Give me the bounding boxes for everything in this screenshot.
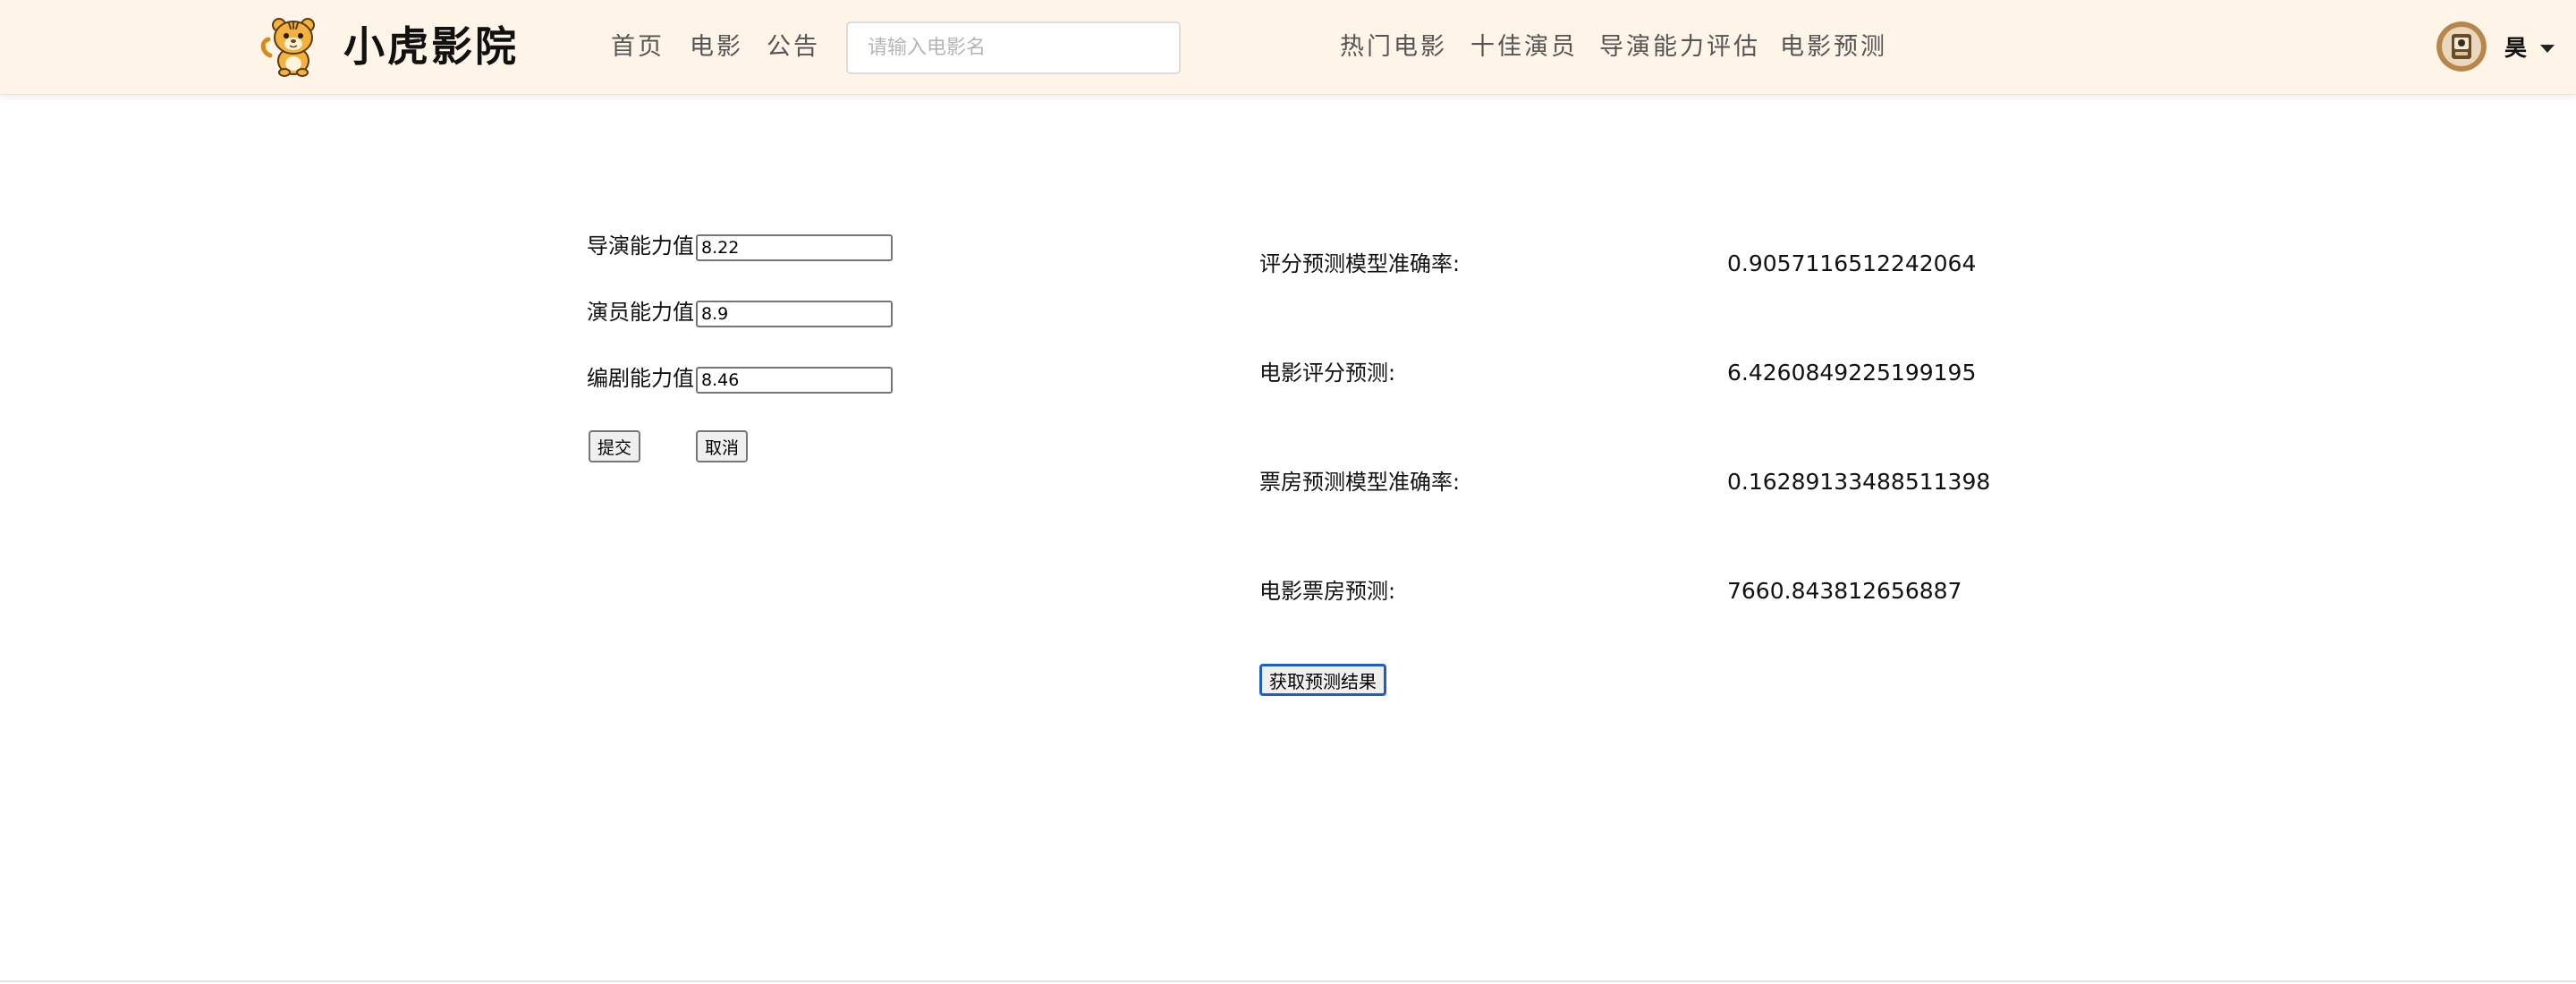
get-prediction-button[interactable]: 获取预测结果 <box>1259 664 1386 696</box>
nav-link-top-actors[interactable]: 十佳演员 <box>1470 30 1578 65</box>
user-avatar[interactable] <box>2436 21 2487 72</box>
cancel-button[interactable]: 取消 <box>696 430 749 462</box>
nav-link-hot-movies[interactable]: 热门电影 <box>1340 30 1447 65</box>
director-ability-label: 导演能力值 <box>587 233 694 259</box>
navbar: 小虎影院 首页 电影 公告 热门电影 十佳演员 导演能力评估 电影预测 昊 <box>0 0 2576 95</box>
rating-model-accuracy-value: 0.9057116512242064 <box>1727 250 1977 276</box>
caret-down-icon[interactable] <box>2540 45 2555 53</box>
boxoffice-model-accuracy-value: 0.16289133488511398 <box>1727 469 1991 495</box>
rating-model-accuracy-label: 评分预测模型准确率: <box>1259 251 1461 276</box>
director-ability-input[interactable] <box>696 234 893 261</box>
submit-button[interactable]: 提交 <box>589 430 641 462</box>
tiger-logo-icon[interactable] <box>259 16 324 77</box>
boxoffice-model-accuracy-label: 票房预测模型准确率: <box>1259 470 1461 495</box>
boxoffice-prediction-label: 电影票房预测: <box>1259 579 1396 604</box>
rating-prediction-value: 6.4260849225199195 <box>1727 360 1977 386</box>
writer-ability-label: 编剧能力值 <box>587 366 694 391</box>
brand-title[interactable]: 小虎影院 <box>343 20 519 73</box>
movie-search-input[interactable] <box>846 21 1181 74</box>
nav-link-movies[interactable]: 电影 <box>690 30 743 65</box>
footer-divider <box>0 980 2576 982</box>
user-name[interactable]: 昊 <box>2504 30 2527 66</box>
avatar-image-icon <box>2436 21 2487 72</box>
nav-link-movie-prediction[interactable]: 电影预测 <box>1780 30 1887 65</box>
boxoffice-prediction-value: 7660.843812656887 <box>1727 578 1962 604</box>
nav-link-announcements[interactable]: 公告 <box>767 30 820 65</box>
writer-ability-input[interactable] <box>696 367 893 394</box>
rating-prediction-label: 电影评分预测: <box>1259 361 1396 386</box>
actor-ability-label: 演员能力值 <box>587 300 694 325</box>
nav-link-director-evaluation[interactable]: 导演能力评估 <box>1599 30 1760 65</box>
actor-ability-input[interactable] <box>696 301 893 327</box>
nav-link-home[interactable]: 首页 <box>611 30 665 65</box>
